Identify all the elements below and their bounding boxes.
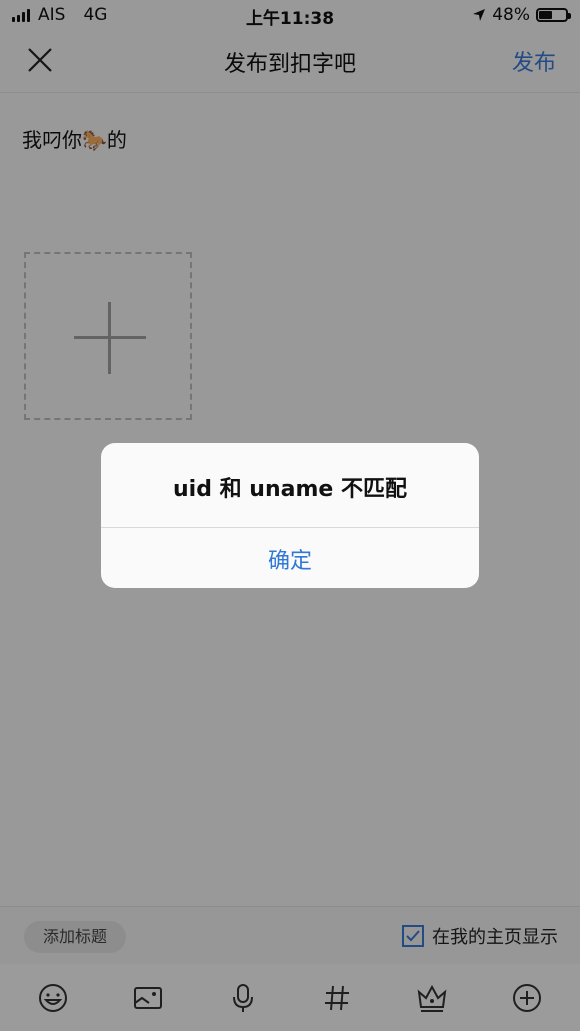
confirm-button[interactable]: 确定 — [101, 543, 479, 575]
alert-dialog: uid 和 uname 不匹配 确定 — [101, 443, 479, 588]
alert-message: uid 和 uname 不匹配 — [173, 477, 407, 502]
divider — [101, 527, 479, 528]
